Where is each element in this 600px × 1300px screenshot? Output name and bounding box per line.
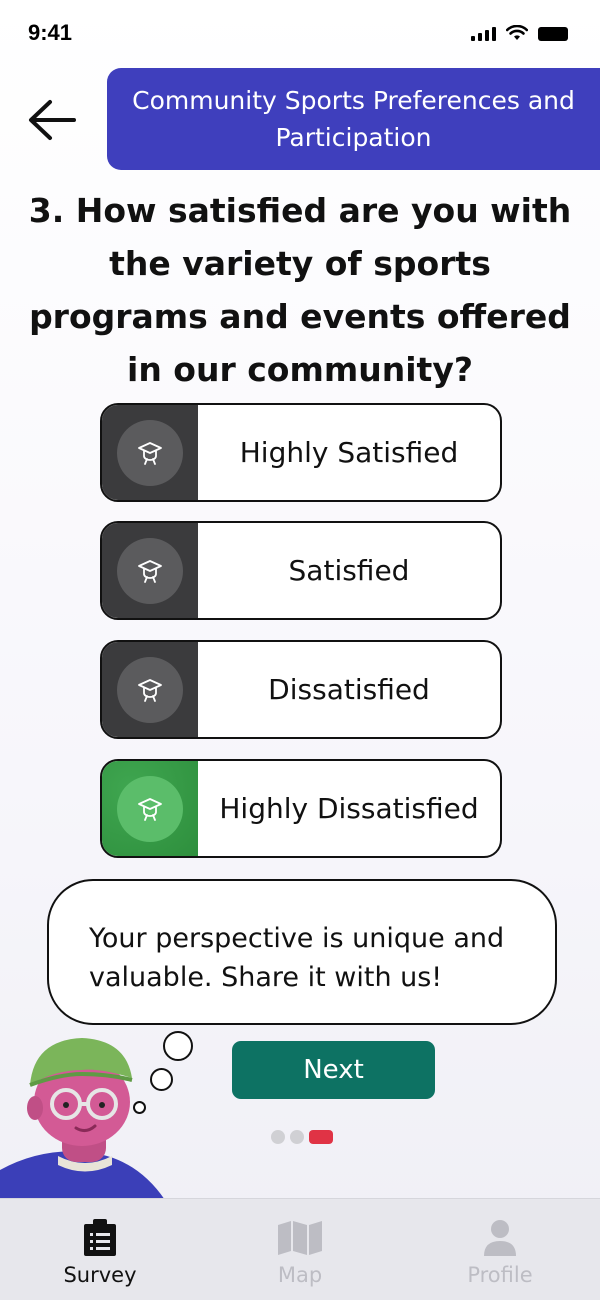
option-label: Highly Dissatisfied: [219, 792, 479, 825]
tab-label: Profile: [467, 1263, 533, 1287]
arrow-left-icon: [29, 100, 76, 140]
graduation-cap-icon: [138, 441, 162, 465]
bottom-tab-bar: Survey Map Profile: [0, 1198, 600, 1300]
survey-title: Community Sports Preferences and Partici…: [132, 86, 575, 152]
tab-label: Survey: [63, 1263, 137, 1287]
option-icon-panel: [102, 523, 198, 618]
option-dissatisfied[interactable]: Dissatisfied: [100, 640, 502, 739]
tab-label: Map: [277, 1263, 323, 1287]
next-button[interactable]: Next: [232, 1041, 435, 1099]
page-dot: [271, 1130, 285, 1144]
option-label: Dissatisfied: [268, 673, 430, 706]
option-icon-panel: [102, 642, 198, 737]
pagination-dots: [271, 1130, 333, 1144]
option-icon-circle: [117, 775, 183, 842]
question-text: 3. How satisfied are you with the variet…: [28, 191, 572, 389]
header-banner: Community Sports Preferences and Partici…: [107, 68, 600, 170]
status-time: 9:41: [28, 20, 73, 45]
option-label: Satisfied: [288, 554, 410, 587]
option-highly-dissatisfied[interactable]: Highly Dissatisfied: [100, 759, 502, 858]
option-label: Highly Satisfied: [239, 436, 459, 469]
wifi-icon: [506, 25, 528, 40]
person-icon: [483, 1219, 517, 1257]
tab-map[interactable]: Map: [200, 1199, 400, 1300]
page-dot-active: [309, 1130, 333, 1144]
battery-icon: [538, 27, 568, 41]
status-bar: 9:41: [0, 0, 600, 68]
graduation-cap-icon: [138, 797, 162, 821]
status-icons: [471, 25, 568, 41]
tab-profile[interactable]: Profile: [400, 1199, 600, 1300]
page-dot: [290, 1130, 304, 1144]
option-icon-circle: [117, 419, 183, 486]
speech-bubble: Your perspective is unique and valuable.…: [47, 879, 557, 1025]
option-icon-circle: [117, 537, 183, 604]
avatar-character: [0, 1038, 165, 1200]
option-icon-panel: [102, 405, 198, 500]
graduation-cap-icon: [138, 559, 162, 583]
back-button[interactable]: [26, 98, 78, 142]
map-icon: [277, 1219, 323, 1257]
option-icon-circle: [117, 656, 183, 723]
graduation-cap-icon: [138, 678, 162, 702]
option-highly-satisfied[interactable]: Highly Satisfied: [100, 403, 502, 502]
cellular-signal-icon: [471, 27, 496, 41]
option-icon-panel: [102, 761, 198, 856]
speech-bubble-text: Your perspective is unique and valuable.…: [89, 923, 505, 993]
tab-survey[interactable]: Survey: [0, 1199, 200, 1300]
option-satisfied[interactable]: Satisfied: [100, 521, 502, 620]
clipboard-icon: [82, 1219, 118, 1257]
